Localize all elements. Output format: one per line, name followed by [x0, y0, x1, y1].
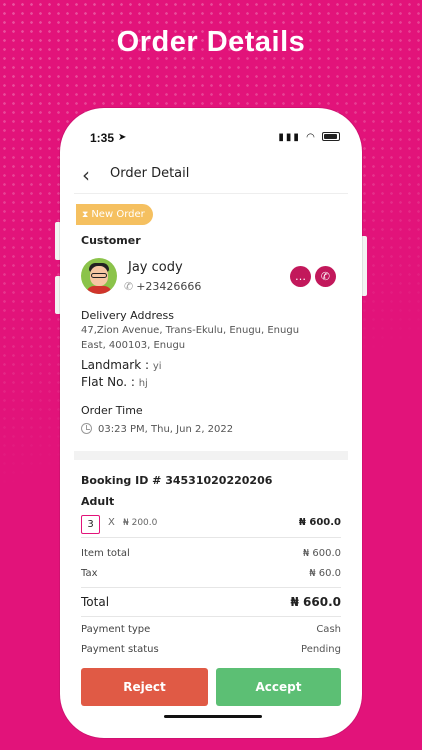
app-screen: 1:35 ➤ ▮▮▮ ◠ ‹ Order Detail ⧗ New Order C…	[74, 122, 348, 726]
unit-price: ₦ 200.0	[123, 518, 158, 528]
item-total-label: Item total	[81, 548, 130, 559]
item-total-value: ₦ 600.0	[302, 548, 341, 559]
battery-icon	[322, 132, 340, 141]
payment-status-value: Pending	[301, 644, 341, 655]
phone-icon: ✆	[320, 270, 331, 283]
payment-type-value: Cash	[316, 624, 341, 635]
page-title: Order Detail	[110, 166, 190, 181]
status-badge-label: New Order	[91, 209, 145, 220]
status-icons: ▮▮▮ ◠	[278, 131, 340, 143]
total-label: Total	[81, 595, 110, 609]
landmark-label: Landmark :	[81, 358, 150, 372]
line-total: ₦ 600.0	[298, 517, 341, 528]
status-bar: 1:35 ➤ ▮▮▮ ◠	[74, 131, 348, 147]
flat-row: Flat No. : hj	[81, 375, 148, 389]
multiply-sign: X	[108, 517, 115, 528]
tax-label: Tax	[81, 568, 98, 579]
item-name: Adult	[81, 495, 115, 508]
customer-phone: ✆ +23426666	[124, 280, 201, 293]
clock-icon	[81, 423, 92, 434]
status-time: 1:35	[90, 131, 115, 145]
customer-heading: Customer	[81, 234, 141, 247]
signal-icon: ▮▮▮	[278, 132, 301, 143]
total-value: ₦ 660.0	[290, 595, 341, 609]
tax-value: ₦ 60.0	[309, 568, 341, 579]
divider	[81, 616, 341, 617]
avatar	[81, 258, 117, 294]
customer-phone-number: +23426666	[136, 280, 202, 293]
call-button[interactable]: ✆	[315, 266, 336, 287]
chevron-left-icon[interactable]: ‹	[82, 163, 90, 187]
order-time-row: 03:23 PM, Thu, Jun 2, 2022	[81, 421, 233, 435]
payment-status-label: Payment status	[81, 644, 159, 655]
section-divider	[74, 451, 348, 460]
reject-button[interactable]: Reject	[81, 668, 208, 706]
chat-button[interactable]: …	[290, 266, 311, 287]
delivery-address-line1: 47,Zion Avenue, Trans-Ekulu, Enugu, Enug…	[81, 325, 300, 336]
quantity-box: 3	[81, 515, 100, 534]
wifi-icon: ◠	[306, 132, 317, 143]
delivery-heading: Delivery Address	[81, 309, 174, 322]
flat-label: Flat No. :	[81, 375, 135, 389]
hourglass-icon: ⧗	[82, 210, 89, 220]
booking-id: Booking ID # 34531020220206	[81, 474, 273, 487]
top-bar: ‹ Order Detail	[74, 160, 348, 194]
landmark-value: yi	[152, 361, 162, 372]
landmark-row: Landmark : yi	[81, 358, 162, 372]
divider	[81, 537, 341, 538]
chat-bubble-icon: …	[295, 270, 306, 283]
delivery-address-line2: East, 400103, Enugu	[81, 340, 186, 351]
home-indicator	[164, 715, 262, 718]
phone-icon: ✆	[124, 280, 134, 293]
location-arrow-icon: ➤	[118, 132, 127, 143]
accept-button[interactable]: Accept	[216, 668, 341, 706]
customer-name: Jay cody	[128, 260, 183, 275]
order-time-heading: Order Time	[81, 404, 143, 417]
flat-value: hj	[138, 378, 148, 389]
payment-type-label: Payment type	[81, 624, 151, 635]
order-time-value: 03:23 PM, Thu, Jun 2, 2022	[98, 424, 234, 435]
divider	[81, 587, 341, 588]
hero-title: Order Details	[116, 26, 306, 58]
status-badge: ⧗ New Order	[76, 204, 153, 225]
